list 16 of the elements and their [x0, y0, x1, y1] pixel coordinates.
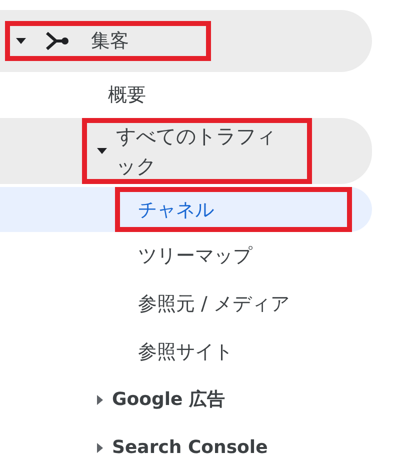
branch-icon — [45, 30, 69, 52]
caret-down-icon[interactable] — [96, 147, 108, 155]
nav-group-label[interactable]: Search Console — [112, 433, 268, 463]
caret-right-icon[interactable] — [96, 442, 104, 454]
nav-item-label[interactable]: 参照元 / メディア — [138, 289, 290, 319]
nav-item-label[interactable]: 参照サイト — [138, 337, 233, 367]
nav-group-label[interactable]: Google 広告 — [112, 385, 226, 415]
nav-group-label[interactable]: すべてのトラフィック — [116, 121, 294, 181]
nav-item-label[interactable]: ツリーマップ — [138, 241, 252, 271]
nav-group-row[interactable]: すべてのトラフィック — [0, 118, 372, 184]
caret-right-icon[interactable] — [96, 394, 104, 406]
nav-section-label[interactable]: 集客 — [91, 26, 129, 56]
caret-down-icon[interactable] — [15, 37, 27, 45]
nav-section-row[interactable]: 集客 — [0, 10, 372, 72]
nav-item-label[interactable]: 概要 — [108, 80, 146, 110]
nav-item-label[interactable]: チャネル — [138, 194, 214, 224]
